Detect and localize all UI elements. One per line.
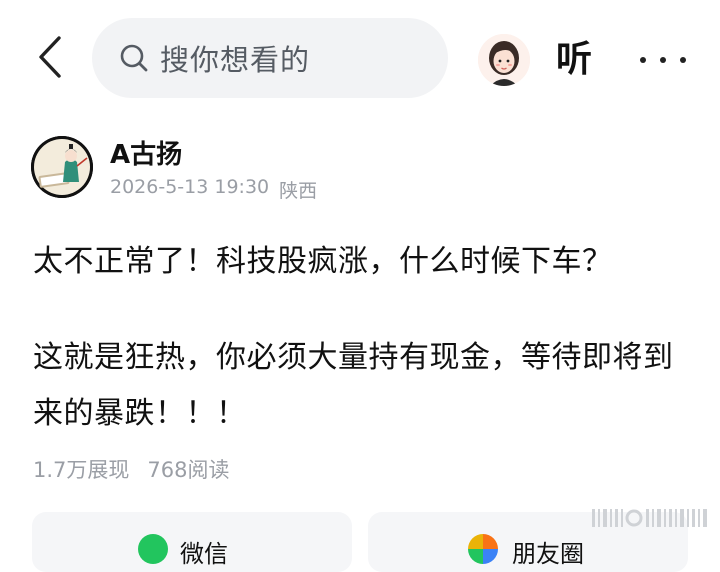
post-stats: 1.7万展现 768阅读 [33,454,230,484]
chevron-left-icon [37,35,63,83]
listen-button[interactable]: 听 [556,34,592,86]
share-moments-label: 朋友圈 [512,540,584,568]
post-location: 陕西 [279,180,318,202]
wechat-icon [138,534,168,564]
moments-icon [468,534,498,564]
author-name[interactable]: A古扬 [110,134,182,171]
share-wechat-button[interactable]: 微信 [32,512,352,572]
more-horizontal-icon [640,57,646,63]
search-input[interactable]: 搜你想看的 [92,18,448,98]
search-placeholder: 搜你想看的 [160,43,311,77]
back-button[interactable] [30,36,70,82]
top-bar: 搜你想看的 听 [0,0,720,120]
more-button[interactable] [640,38,686,82]
reads-count: 768阅读 [147,458,230,482]
post-text-paragraph: 这就是狂热，你必须大量持有现金，等待即将到来的暴跌！！！ [33,340,674,431]
author-avatar[interactable] [31,136,93,198]
more-dot [660,57,666,63]
more-dot [680,57,686,63]
share-wechat-label: 微信 [180,540,228,568]
post-date: 2026-5-13 19:30 [110,176,270,198]
author-avatar-illustration [31,136,93,198]
post-text-line: 太不正常了！科技股疯涨，什么时候下车？ [33,244,613,279]
watermark-mark [592,509,707,527]
user-avatar-illustration [478,34,530,86]
post-body: 太不正常了！科技股疯涨，什么时候下车？ 这就是狂热，你必须大量持有现金，等待即将… [33,236,693,442]
impressions-count: 1.7万展现 [33,458,130,482]
post-meta: 2026-5-13 19:30 陕西 [110,176,317,203]
user-avatar[interactable] [478,34,530,86]
search-icon [118,42,150,74]
